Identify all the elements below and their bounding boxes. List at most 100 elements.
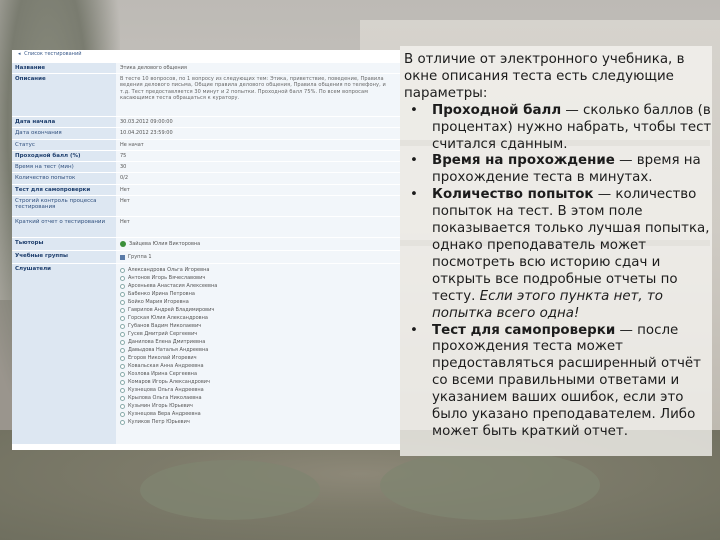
group-icon xyxy=(120,254,125,260)
row-description: Описание В тесте 10 вопросов, по 1 вопро… xyxy=(12,73,400,116)
user-icon xyxy=(120,411,125,417)
row-label: Статус xyxy=(12,139,116,150)
list-item[interactable]: Горская Юлия Александровна xyxy=(120,314,396,322)
term: Количество попыток xyxy=(432,187,594,203)
user-icon xyxy=(120,363,125,369)
description: — после прохождения теста может предоста… xyxy=(432,322,701,439)
row-end-date: Дата окончания 10.04.2012 23:59:00 xyxy=(12,127,400,139)
row-listeners: Слушатели Александрова Ольга Игоревна Ан… xyxy=(12,263,400,445)
list-item[interactable]: Александрова Ольга Игоревна xyxy=(120,266,396,274)
list-item[interactable]: Бойко Мария Игоревна xyxy=(120,298,396,306)
row-attempts: Количество попыток 0/2 xyxy=(12,172,400,184)
row-value: Нет xyxy=(116,217,400,238)
row-label: Количество попыток xyxy=(12,173,116,184)
list-item[interactable]: Бабенко Ирина Петровна xyxy=(120,290,396,298)
user-icon xyxy=(120,371,125,377)
list-item[interactable]: Комаров Игорь Александрович xyxy=(120,378,396,386)
list-item[interactable]: Арсеньева Анастасия Алексеевна xyxy=(120,282,396,290)
user-icon xyxy=(120,419,125,425)
list-item[interactable]: Егоров Николай Игоревич xyxy=(120,354,396,362)
user-icon xyxy=(120,275,125,281)
user-icon xyxy=(120,387,125,393)
row-value: 30 xyxy=(116,162,400,173)
list-item[interactable]: Козлова Ирина Сергеевна xyxy=(120,370,396,378)
row-value: Нет xyxy=(116,196,400,217)
bullet-icon: • xyxy=(410,322,418,338)
user-icon xyxy=(120,355,125,361)
row-label: Описание xyxy=(12,74,116,116)
background-bush xyxy=(140,460,320,520)
row-status: Статус Не начат xyxy=(12,138,400,150)
row-label: Учебные группы xyxy=(12,251,116,264)
row-label: Название xyxy=(12,63,116,73)
user-icon xyxy=(120,307,125,313)
row-label: Проходной балл (%) xyxy=(12,150,116,162)
list-item[interactable]: Кузьмин Игорь Юрьевич xyxy=(120,402,396,410)
user-icon xyxy=(120,283,125,289)
term: Проходной балл xyxy=(432,102,562,118)
user-icon xyxy=(120,267,125,273)
user-icon xyxy=(120,291,125,297)
row-short-report: Краткий отчет о тестировании Нет xyxy=(12,216,400,238)
row-value: 75 xyxy=(116,150,400,162)
row-label: Тест для самопроверки xyxy=(12,184,116,196)
bullet-icon: • xyxy=(410,187,418,203)
tutor-name[interactable]: Зайцева Юлия Викторовна xyxy=(129,241,200,247)
user-icon xyxy=(120,403,125,409)
list-item[interactable]: Ковальская Анна Андреевна xyxy=(120,362,396,370)
row-title: Название Этика делового общения xyxy=(12,62,400,73)
breadcrumb-link[interactable]: Список тестирований xyxy=(24,51,81,57)
list-item[interactable]: Кузнецова Ольга Андреевна xyxy=(120,386,396,394)
row-tutors: Тьюторы Зайцева Юлия Викторовна xyxy=(12,237,400,251)
user-icon xyxy=(120,315,125,321)
user-icon xyxy=(120,379,125,385)
bullet-icon: • xyxy=(410,102,418,118)
row-value: В тесте 10 вопросов, по 1 вопросу из сле… xyxy=(116,74,400,116)
background-bush xyxy=(380,450,600,520)
list-item: • Проходной балл — сколько баллов (в проц… xyxy=(404,103,714,154)
list-item[interactable]: Данилова Елена Дмитриевна xyxy=(120,338,396,346)
tutor-icon xyxy=(120,241,126,248)
listener-list: Александрова Ольга Игоревна Антонов Игор… xyxy=(116,264,400,445)
row-label: Время на тест (мин) xyxy=(12,162,116,173)
row-label: Слушатели xyxy=(12,264,116,445)
intro-paragraph: В отличие от электронного учебника, в ок… xyxy=(404,52,685,101)
row-label: Дата окончания xyxy=(12,128,116,139)
row-time: Время на тест (мин) 30 xyxy=(12,161,400,173)
row-value: Этика делового общения xyxy=(116,63,400,73)
user-icon xyxy=(120,347,125,353)
row-value: Зайцева Юлия Викторовна xyxy=(116,238,400,251)
row-value: Группа 1 xyxy=(116,251,400,264)
list-item[interactable]: Крылова Ольга Николаевна xyxy=(120,394,396,402)
list-item: • Тест для самопроверки — после прохожден… xyxy=(404,323,714,441)
back-arrow-icon[interactable]: ◂ xyxy=(18,51,21,57)
row-label: Краткий отчет о тестировании xyxy=(12,217,116,238)
row-value: Нет xyxy=(116,184,400,196)
list-item[interactable]: Гаврилов Андрей Владимирович xyxy=(120,306,396,314)
row-value: 30.03.2012 09:00:00 xyxy=(116,117,400,128)
list-item[interactable]: Гусев Дмитрий Сергеевич xyxy=(120,330,396,338)
test-description-screenshot: ◂ Список тестирований Название Этика дел… xyxy=(12,50,400,450)
row-value: 10.04.2012 23:59:00 xyxy=(116,128,400,139)
row-groups: Учебные группы Группа 1 xyxy=(12,250,400,264)
bullet-icon: • xyxy=(410,153,418,169)
row-label: Строгий контроль процесса тестирования xyxy=(12,196,116,217)
list-item[interactable]: Давыдова Наталья Андреевна xyxy=(120,346,396,354)
list-item[interactable]: Кузнецова Вера Андреевна xyxy=(120,410,396,418)
list-item[interactable]: Губанов Вадим Николаевич xyxy=(120,322,396,330)
list-item[interactable]: Куликов Петр Юрьевич xyxy=(120,418,396,426)
group-name[interactable]: Группа 1 xyxy=(128,254,152,260)
row-strict-control: Строгий контроль процесса тестирования Н… xyxy=(12,195,400,217)
description: — количество попыток на тест. В этом пол… xyxy=(432,187,710,304)
list-item: • Время на прохождение — время на прохожд… xyxy=(404,153,714,187)
user-icon xyxy=(120,339,125,345)
row-value: Не начат xyxy=(116,139,400,150)
user-icon xyxy=(120,395,125,401)
breadcrumb[interactable]: ◂ Список тестирований xyxy=(12,50,400,62)
term: Время на прохождение xyxy=(432,153,615,169)
user-icon xyxy=(120,299,125,305)
parameter-list: • Проходной балл — сколько баллов (в проц… xyxy=(404,103,714,441)
explanation-text: В отличие от электронного учебника, в ок… xyxy=(404,52,714,441)
row-label: Дата начала xyxy=(12,117,116,128)
list-item[interactable]: Антонов Игорь Вячеславович xyxy=(120,274,396,282)
